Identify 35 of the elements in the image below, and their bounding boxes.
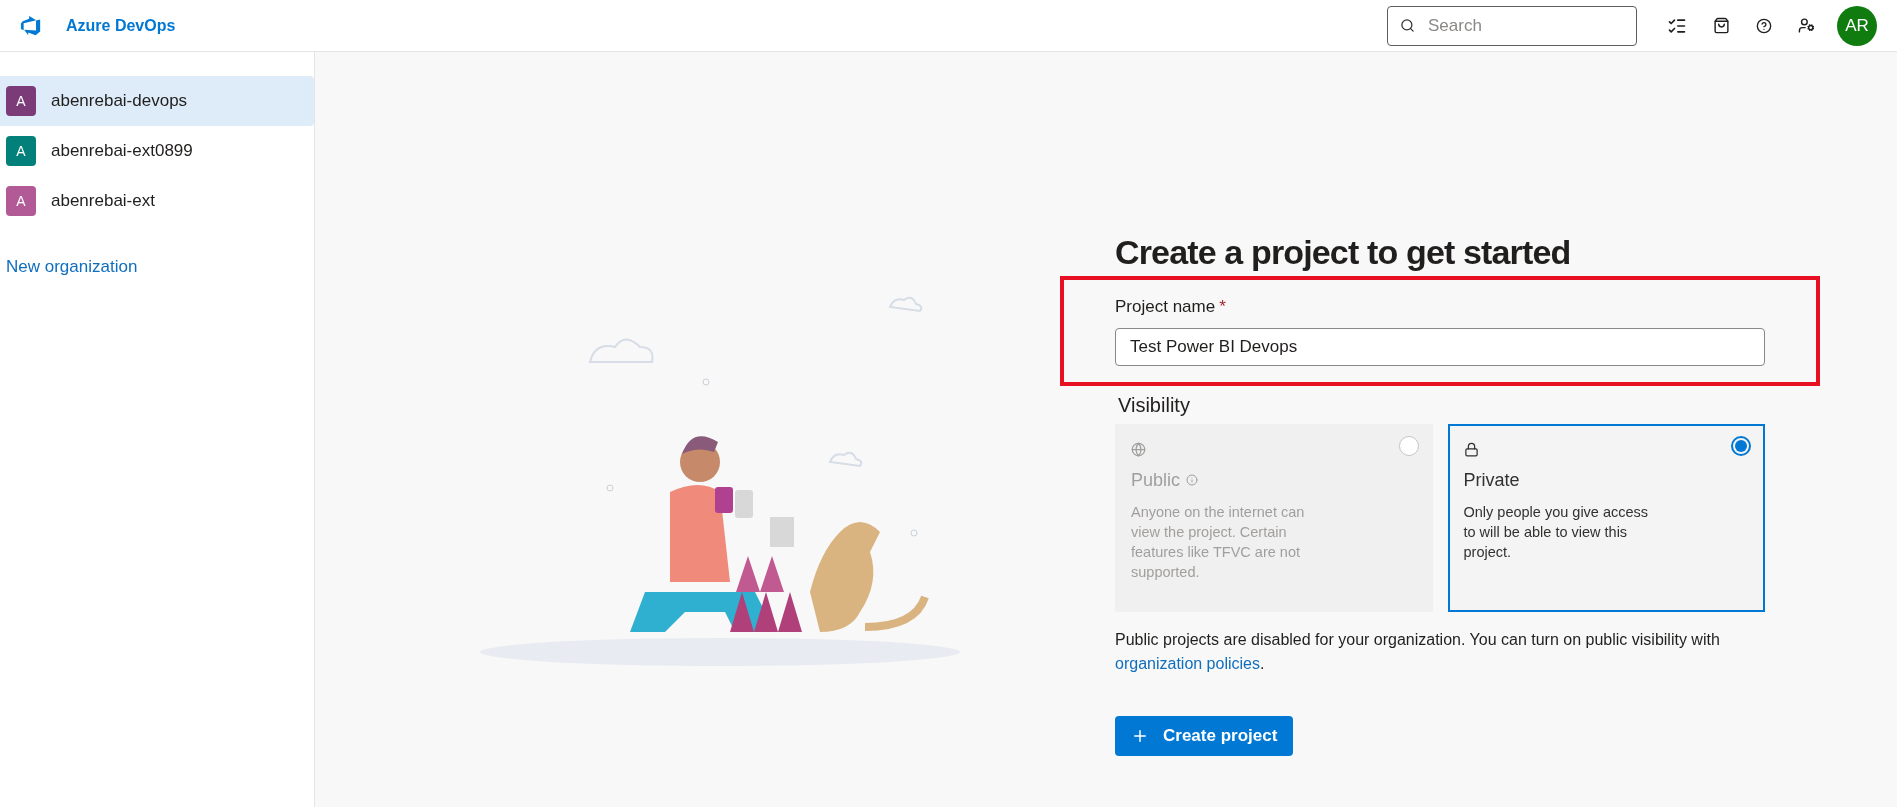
visibility-option-card[interactable]: Private Only people you give access to will be able to view this project. [1447,423,1765,612]
organization-avatar: A [6,186,36,216]
organization-avatar: A [6,136,36,166]
organization-item[interactable]: A abenrebai-ext0899 [0,126,314,176]
user-avatar[interactable]: AR [1837,5,1877,46]
required-mark: * [1219,296,1226,318]
devops-logo-icon [20,14,42,37]
organization-name: abenrebai-ext [51,190,155,213]
radio-button[interactable] [1731,435,1751,456]
organization-name: abenrebai-devops [51,90,188,113]
lock-icon [1463,441,1479,457]
organization-name: abenrebai-ext0899 [51,140,193,163]
page-heading: Create a project to get started [1115,232,1572,273]
globe-icon [1131,441,1146,457]
option-description: Anyone on the internet can view the project. Certain features like TFVC are not supported. [1131,502,1306,582]
product-name[interactable]: Azure DevOps [66,13,176,38]
organization-item[interactable]: A abenrebai-ext [0,176,314,226]
info-icon [1186,474,1199,486]
option-title: Public [1131,468,1181,492]
search-field[interactable]: Search [1387,5,1637,46]
project-name-input[interactable]: Test Power BI Devops [1115,327,1765,366]
new-organization-link[interactable]: New organization [6,254,138,280]
search-icon [1400,17,1415,33]
help-icon[interactable] [1756,17,1772,34]
user-settings-icon[interactable] [1798,17,1815,34]
visibility-label: Visibility [1118,392,1191,418]
create-project-button[interactable]: Create project [1115,715,1294,756]
field-label: Project name [1115,296,1216,318]
option-description: Only people you give access to will be able to view this project. [1463,502,1649,562]
organization-policies-link[interactable]: organization policies [1115,654,1260,672]
visibility-notice: Public projects are disabled for your organization. You can turn on public visibility with organization policies. [1115,629,1721,674]
option-title: Private [1463,468,1520,492]
organization-item[interactable]: A abenrebai-devops [0,76,314,126]
bag-icon[interactable] [1713,17,1730,34]
organization-avatar: A [6,86,36,116]
